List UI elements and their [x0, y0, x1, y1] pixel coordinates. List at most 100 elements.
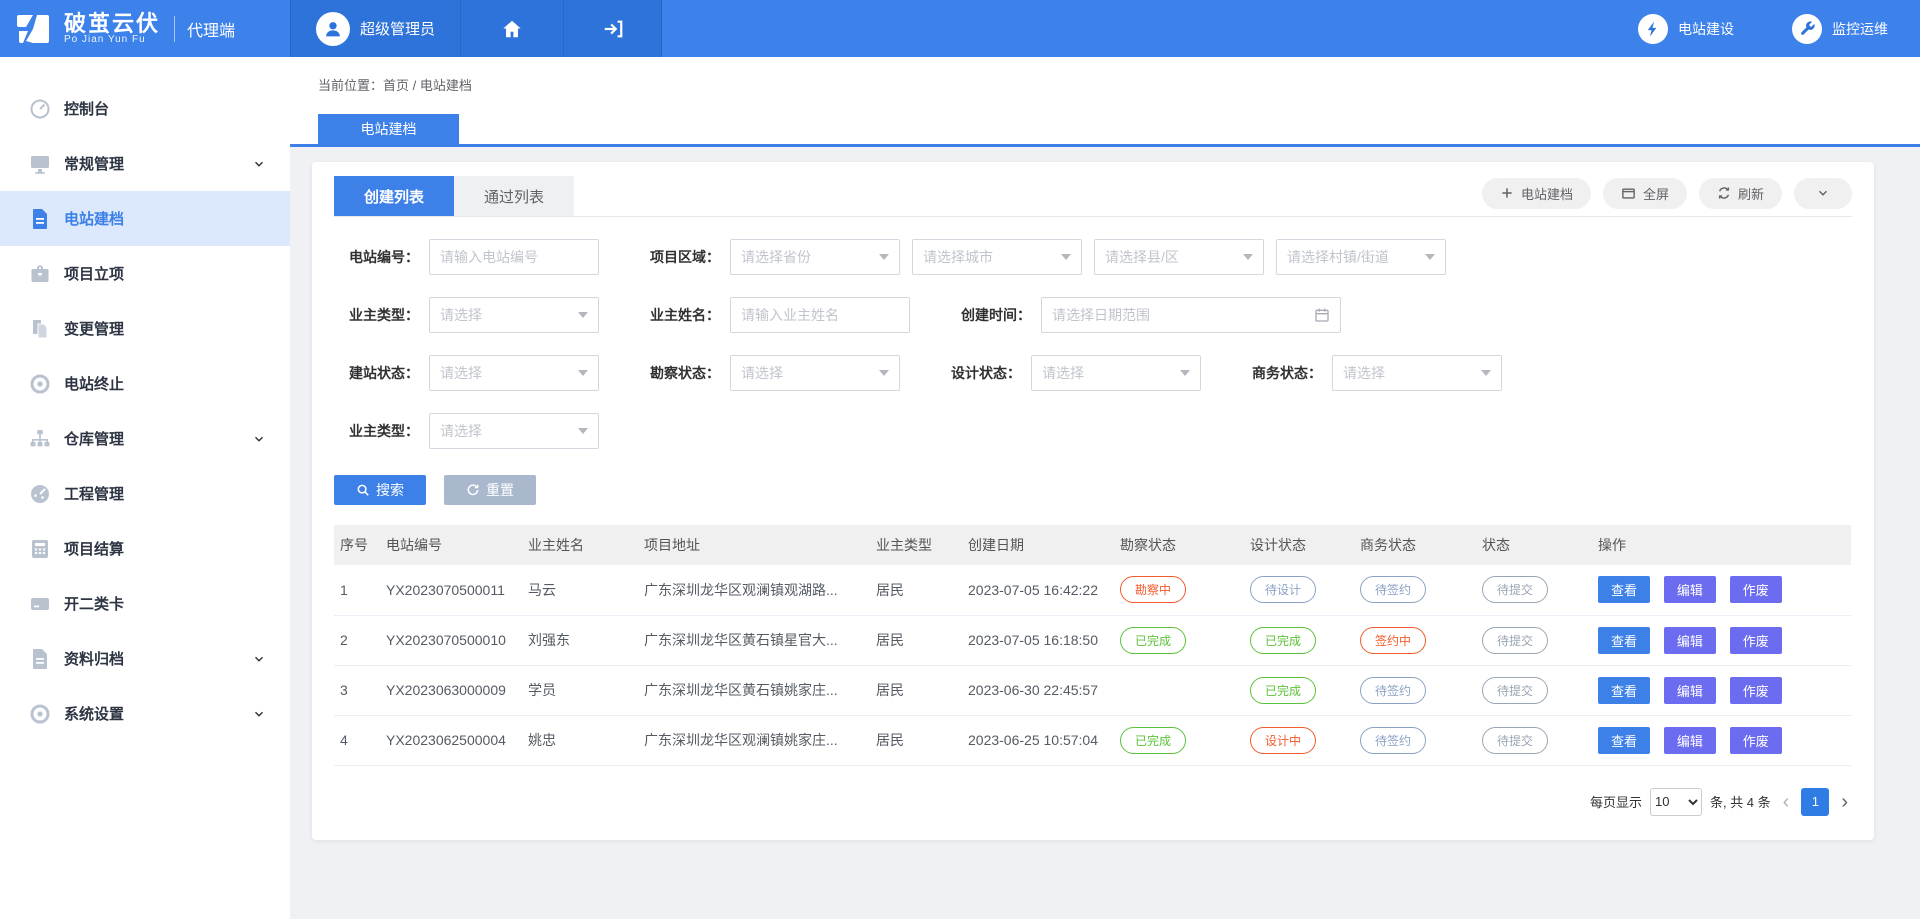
station-no-input[interactable] — [429, 239, 599, 275]
tab-create-list[interactable]: 创建列表 — [334, 176, 454, 216]
logout-button[interactable] — [563, 0, 662, 57]
sidebar-item-label: 变更管理 — [64, 318, 124, 339]
edit-button[interactable]: 编辑 — [1664, 677, 1716, 704]
select-caret-icon — [578, 428, 588, 434]
sidebar-item-warehouse-mgmt[interactable]: 仓库管理 — [0, 411, 290, 466]
county-select[interactable]: 请选择县/区 — [1094, 239, 1264, 275]
sidebar-item-change-mgmt[interactable]: 变更管理 — [0, 301, 290, 356]
sidebar-item-engineering-mgmt[interactable]: 工程管理 — [0, 466, 290, 521]
status-badge: 已完成 — [1120, 627, 1186, 654]
page-tab-station-archive[interactable]: 电站建档 — [318, 114, 459, 144]
province-select[interactable]: 请选择省份 — [730, 239, 900, 275]
fullscreen-icon — [1621, 187, 1636, 200]
sidebar-item-project-initiation[interactable]: 项目立项 — [0, 246, 290, 301]
copy-icon — [28, 317, 52, 341]
fullscreen-label: 全屏 — [1643, 184, 1669, 203]
sidebar-item-open-type2-card[interactable]: 开二类卡 — [0, 576, 290, 631]
view-button[interactable]: 查看 — [1598, 627, 1650, 654]
gauge-icon — [28, 482, 52, 506]
status-badge: 已完成 — [1120, 727, 1186, 754]
col-seq: 序号 — [334, 525, 380, 565]
total-count-label: 条, 共 4 条 — [1710, 792, 1771, 811]
void-button[interactable]: 作废 — [1730, 627, 1782, 654]
city-select[interactable]: 请选择城市 — [912, 239, 1082, 275]
select-caret-icon — [1061, 254, 1071, 260]
chevron-down-icon — [252, 652, 266, 666]
archive-file-icon — [28, 647, 52, 671]
search-button[interactable]: 搜索 — [334, 475, 426, 505]
col-business: 商务状态 — [1354, 525, 1476, 565]
status-badge: 待签约 — [1360, 677, 1426, 704]
owner-type-select[interactable]: 请选择 — [429, 297, 599, 333]
view-button[interactable]: 查看 — [1598, 576, 1650, 603]
status-badge: 勘察中 — [1120, 576, 1186, 603]
build-status-select[interactable]: 请选择 — [429, 355, 599, 391]
list-tabs-row: 创建列表 通过列表 电站建档 全屏 刷新 — [334, 176, 1852, 217]
table-header-row: 序号 电站编号 业主姓名 项目地址 业主类型 创建日期 勘察状态 设计状态 商务… — [334, 525, 1851, 565]
col-code: 电站编号 — [380, 525, 522, 565]
sidebar: 控制台 常规管理 电站建档 项目立项 — [0, 57, 290, 919]
filter-build-status: 建站状态： 请选择 — [334, 355, 599, 391]
collapse-toolbar-button[interactable] — [1794, 178, 1852, 209]
stations-table: 序号 电站编号 业主姓名 项目地址 业主类型 创建日期 勘察状态 设计状态 商务… — [334, 525, 1851, 766]
select-caret-icon — [1180, 370, 1190, 376]
survey-status-label: 勘察状态： — [635, 363, 720, 383]
void-button[interactable]: 作废 — [1730, 576, 1782, 603]
sidebar-item-label: 电站建档 — [64, 208, 124, 229]
add-station-button[interactable]: 电站建档 — [1482, 178, 1591, 209]
edit-button[interactable]: 编辑 — [1664, 727, 1716, 754]
search-icon — [356, 483, 370, 497]
owner-name-input[interactable] — [730, 297, 910, 333]
prev-page-button[interactable]: ‹ — [1779, 792, 1794, 812]
sidebar-item-data-archive[interactable]: 资料归档 — [0, 631, 290, 686]
toolbar: 电站建档 全屏 刷新 — [1482, 178, 1852, 215]
chevron-down-icon — [252, 432, 266, 446]
chevron-down-icon — [1816, 186, 1830, 200]
edit-button[interactable]: 编辑 — [1664, 576, 1716, 603]
next-page-button[interactable]: › — [1837, 792, 1852, 812]
col-survey: 勘察状态 — [1114, 525, 1244, 565]
home-button[interactable] — [460, 0, 563, 57]
chevron-down-icon — [252, 157, 266, 171]
nav-station-build[interactable]: 电站建设 — [1638, 14, 1734, 44]
void-button[interactable]: 作废 — [1730, 677, 1782, 704]
view-button[interactable]: 查看 — [1598, 727, 1650, 754]
user-menu[interactable]: 超级管理员 — [290, 0, 460, 57]
sidebar-item-station-archive[interactable]: 电站建档 — [0, 191, 290, 246]
sidebar-item-station-terminate[interactable]: 电站终止 — [0, 356, 290, 411]
status-badge: 待设计 — [1250, 576, 1316, 603]
brand-subtitle: Po Jian Yun Fu — [64, 35, 160, 46]
per-page-select[interactable]: 10 — [1650, 788, 1702, 816]
sidebar-item-console[interactable]: 控制台 — [0, 81, 290, 136]
page-1-button[interactable]: 1 — [1801, 788, 1829, 816]
owner-type2-select[interactable]: 请选择 — [429, 413, 599, 449]
fullscreen-button[interactable]: 全屏 — [1603, 178, 1687, 209]
select-caret-icon — [1481, 370, 1491, 376]
town-select[interactable]: 请选择村镇/街道 — [1276, 239, 1446, 275]
refresh-button[interactable]: 刷新 — [1699, 178, 1782, 209]
sidebar-item-system-settings[interactable]: 系统设置 — [0, 686, 290, 741]
dashboard-icon — [28, 97, 52, 121]
void-button[interactable]: 作废 — [1730, 727, 1782, 754]
chevron-down-icon — [252, 707, 266, 721]
reset-button[interactable]: 重置 — [444, 475, 536, 505]
date-range-picker[interactable]: 请选择日期范围 — [1041, 297, 1341, 333]
content-card: 创建列表 通过列表 电站建档 全屏 刷新 — [312, 162, 1874, 840]
settings-target-icon — [28, 702, 52, 726]
filter-owner-type: 业主类型： 请选择 — [334, 297, 599, 333]
survey-status-select[interactable]: 请选择 — [730, 355, 900, 391]
business-status-select[interactable]: 请选择 — [1332, 355, 1502, 391]
table-row: 3 YX2023063000009 学员 广东深圳龙华区黄石镇姚家庄... 居民… — [334, 665, 1851, 715]
sidebar-item-project-settlement[interactable]: 项目结算 — [0, 521, 290, 576]
edit-button[interactable]: 编辑 — [1664, 627, 1716, 654]
view-button[interactable]: 查看 — [1598, 677, 1650, 704]
select-caret-icon — [1425, 254, 1435, 260]
sidebar-item-general-mgmt[interactable]: 常规管理 — [0, 136, 290, 191]
filter-actions: 搜索 重置 — [334, 475, 1852, 505]
tab-passed-list[interactable]: 通过列表 — [454, 176, 574, 216]
breadcrumb-path[interactable]: 首页 / 电站建档 — [383, 78, 472, 93]
nav-monitor-ops[interactable]: 监控运维 — [1792, 14, 1888, 44]
calculator-icon — [28, 537, 52, 561]
design-status-select[interactable]: 请选择 — [1031, 355, 1201, 391]
quick-link-label: 监控运维 — [1832, 19, 1888, 39]
